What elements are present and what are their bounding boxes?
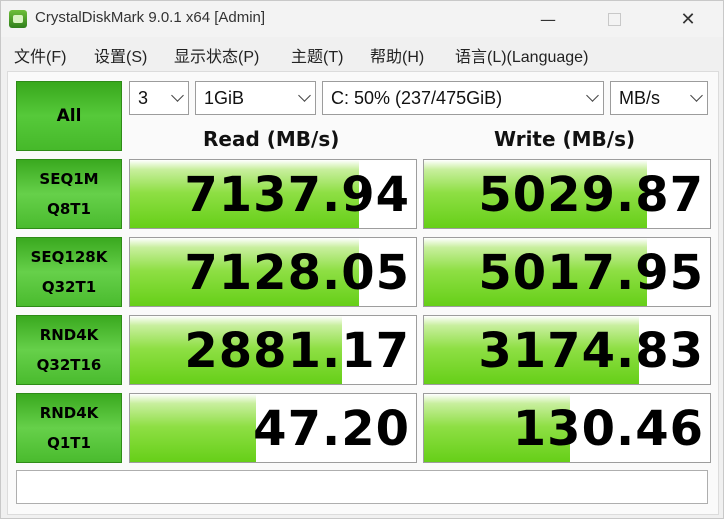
chevron-down-icon (586, 89, 599, 102)
benchmark-panel: All 3 1GiB C: 50% (237/475GiB) MB/s Read… (7, 71, 719, 515)
chevron-down-icon (690, 89, 703, 102)
read-result-bar (130, 394, 256, 462)
menu-theme[interactable]: 主题(T) (291, 43, 343, 67)
unit-select[interactable]: MB/s (610, 81, 708, 115)
write-result-value: 130.46 (512, 401, 704, 457)
read-result-value: 47.20 (253, 401, 410, 457)
write-result-cell: 5017.95 (423, 237, 711, 307)
drive-select[interactable]: C: 50% (237/475GiB) (322, 81, 604, 115)
read-result-cell: 7128.05 (129, 237, 417, 307)
read-result-value: 7137.94 (184, 167, 410, 223)
maximize-icon (607, 12, 621, 26)
app-window: CrystalDiskMark 9.0.1 x64 [Admin] — ✕ 文件… (0, 0, 724, 519)
close-icon: ✕ (680, 8, 696, 30)
status-bar (16, 470, 708, 504)
menu-help[interactable]: 帮助(H) (370, 43, 424, 67)
close-button[interactable]: ✕ (665, 5, 711, 33)
test-name-line2: Q8T1 (47, 200, 91, 218)
test-name-line1: RND4K (39, 404, 99, 422)
test-name-line2: Q32T1 (41, 278, 97, 296)
menu-bar: 文件(F) 设置(S) 显示状态(P) 主题(T) 帮助(H) 语言(L)(La… (1, 37, 723, 69)
unit-value: MB/s (619, 88, 661, 108)
write-result-cell: 5029.87 (423, 159, 711, 229)
menu-language[interactable]: 语言(L)(Language) (455, 43, 588, 67)
drive-value: C: 50% (237/475GiB) (331, 88, 503, 108)
test-name-line2: Q1T1 (47, 434, 91, 452)
write-result-value: 5017.95 (478, 245, 704, 301)
test-rnd4k-q1t1-button[interactable]: RND4K Q1T1 (16, 393, 122, 463)
all-button[interactable]: All (16, 81, 122, 151)
title-bar[interactable]: CrystalDiskMark 9.0.1 x64 [Admin] — ✕ (1, 1, 723, 37)
test-seq1m-q8t1-button[interactable]: SEQ1M Q8T1 (16, 159, 122, 229)
test-rnd4k-q32t16-button[interactable]: RND4K Q32T16 (16, 315, 122, 385)
test-count-select[interactable]: 3 (129, 81, 189, 115)
menu-display-state[interactable]: 显示状态(P) (174, 43, 259, 67)
test-seq128k-q32t1-button[interactable]: SEQ128K Q32T1 (16, 237, 122, 307)
test-size-value: 1GiB (204, 88, 245, 108)
minimize-button[interactable]: — (525, 5, 571, 33)
read-result-cell: 47.20 (129, 393, 417, 463)
minimize-icon: — (540, 9, 556, 29)
menu-file[interactable]: 文件(F) (14, 43, 66, 67)
menu-settings[interactable]: 设置(S) (94, 43, 147, 67)
read-result-cell: 7137.94 (129, 159, 417, 229)
test-count-value: 3 (138, 88, 149, 108)
test-name-line2: Q32T16 (36, 356, 102, 374)
write-result-cell: 130.46 (423, 393, 711, 463)
window-title: CrystalDiskMark 9.0.1 x64 [Admin] (35, 9, 266, 26)
chevron-down-icon (298, 89, 311, 102)
write-header: Write (MB/s) (494, 127, 636, 151)
app-icon (9, 10, 27, 28)
write-result-value: 5029.87 (478, 167, 704, 223)
test-name-line1: SEQ128K (30, 248, 108, 266)
read-result-value: 2881.17 (184, 323, 410, 379)
maximize-button[interactable] (591, 5, 637, 33)
test-name-line1: RND4K (39, 326, 99, 344)
write-result-value: 3174.83 (478, 323, 704, 379)
read-header: Read (MB/s) (203, 127, 340, 151)
read-result-cell: 2881.17 (129, 315, 417, 385)
chevron-down-icon (171, 89, 184, 102)
read-result-value: 7128.05 (184, 245, 410, 301)
write-result-cell: 3174.83 (423, 315, 711, 385)
test-size-select[interactable]: 1GiB (195, 81, 316, 115)
test-name-line1: SEQ1M (39, 170, 99, 188)
